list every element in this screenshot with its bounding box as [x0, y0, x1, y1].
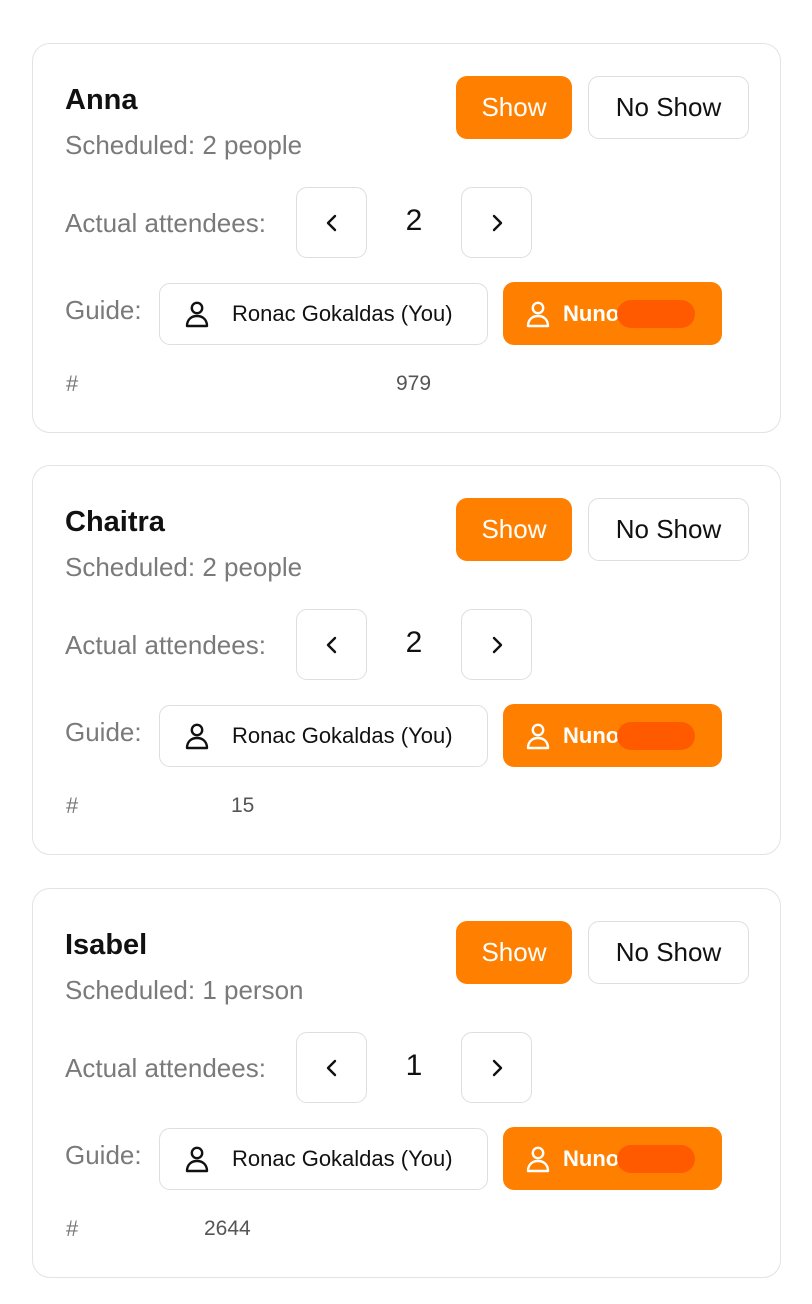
guide-option-self[interactable]: Ronac Gokaldas (You) [159, 1128, 488, 1190]
guide-label: Guide: [65, 1140, 142, 1170]
guide-option-other[interactable]: Nuno [503, 1127, 722, 1190]
decrement-attendees-button[interactable] [296, 187, 367, 258]
chevron-right-icon [492, 1059, 502, 1076]
person-icon [526, 723, 550, 749]
person-icon [526, 1146, 550, 1172]
booking-card: Chaitra Scheduled: 2 people Show No Show… [32, 465, 781, 855]
show-button[interactable]: Show [456, 921, 572, 984]
guide-option-self[interactable]: Ronac Gokaldas (You) [159, 283, 488, 345]
person-icon [185, 723, 209, 750]
scheduled-count: Scheduled: 2 people [65, 552, 303, 582]
guide-other-name: Nuno [563, 722, 620, 748]
hash-icon: # [66, 371, 79, 396]
guide-option-other[interactable]: Nuno [503, 282, 722, 345]
guest-name: Chaitra [65, 506, 165, 538]
guide-option-other[interactable]: Nuno [503, 704, 722, 767]
booking-card: Anna Scheduled: 2 people Show No Show Ac… [32, 43, 781, 433]
redaction-mark [617, 721, 696, 750]
guide-other-name: Nuno [563, 300, 620, 326]
increment-attendees-button[interactable] [461, 187, 532, 258]
attendees-label: Actual attendees: [65, 208, 266, 238]
person-icon [185, 1146, 209, 1173]
no-show-button[interactable]: No Show [588, 498, 749, 561]
decrement-attendees-button[interactable] [296, 1032, 367, 1103]
redaction-mark [617, 1144, 696, 1173]
chevron-left-icon [326, 636, 336, 653]
hash-icon: # [66, 1216, 79, 1241]
chevron-left-icon [326, 1059, 336, 1076]
hash-icon: # [66, 793, 79, 818]
guide-self-name: Ronac Gokaldas (You) [232, 301, 453, 326]
increment-attendees-button[interactable] [461, 609, 532, 680]
redaction-mark [617, 299, 696, 328]
guide-label: Guide: [65, 295, 142, 325]
show-button[interactable]: Show [456, 76, 572, 139]
guide-option-self[interactable]: Ronac Gokaldas (You) [159, 705, 488, 767]
no-show-button[interactable]: No Show [588, 76, 749, 139]
person-icon [526, 301, 550, 327]
show-button[interactable]: Show [456, 498, 572, 561]
guest-name: Isabel [65, 929, 148, 961]
attendees-count: 1 [405, 1049, 423, 1082]
booking-card: Isabel Scheduled: 1 person Show No Show … [32, 888, 781, 1278]
guide-self-name: Ronac Gokaldas (You) [232, 1146, 453, 1171]
scheduled-count: Scheduled: 2 people [65, 130, 303, 160]
booking-code: 979 [396, 372, 432, 395]
guide-other-name: Nuno [563, 1145, 620, 1171]
guide-label: Guide: [65, 717, 142, 747]
booking-code: 15 [231, 794, 255, 817]
booking-list: Anna Scheduled: 2 people Show No Show Ac… [0, 0, 812, 1304]
chevron-right-icon [492, 214, 502, 231]
chevron-left-icon [326, 214, 336, 231]
booking-code: 2644 [204, 1217, 251, 1240]
guide-self-name: Ronac Gokaldas (You) [232, 723, 453, 748]
no-show-button[interactable]: No Show [588, 921, 749, 984]
chevron-right-icon [492, 636, 502, 653]
attendees-label: Actual attendees: [65, 630, 266, 660]
guest-name: Anna [65, 84, 138, 116]
attendees-count: 2 [405, 204, 423, 237]
attendees-count: 2 [405, 626, 423, 659]
decrement-attendees-button[interactable] [296, 609, 367, 680]
person-icon [185, 301, 209, 328]
scheduled-count: Scheduled: 1 person [65, 975, 304, 1005]
increment-attendees-button[interactable] [461, 1032, 532, 1103]
attendees-label: Actual attendees: [65, 1053, 266, 1083]
